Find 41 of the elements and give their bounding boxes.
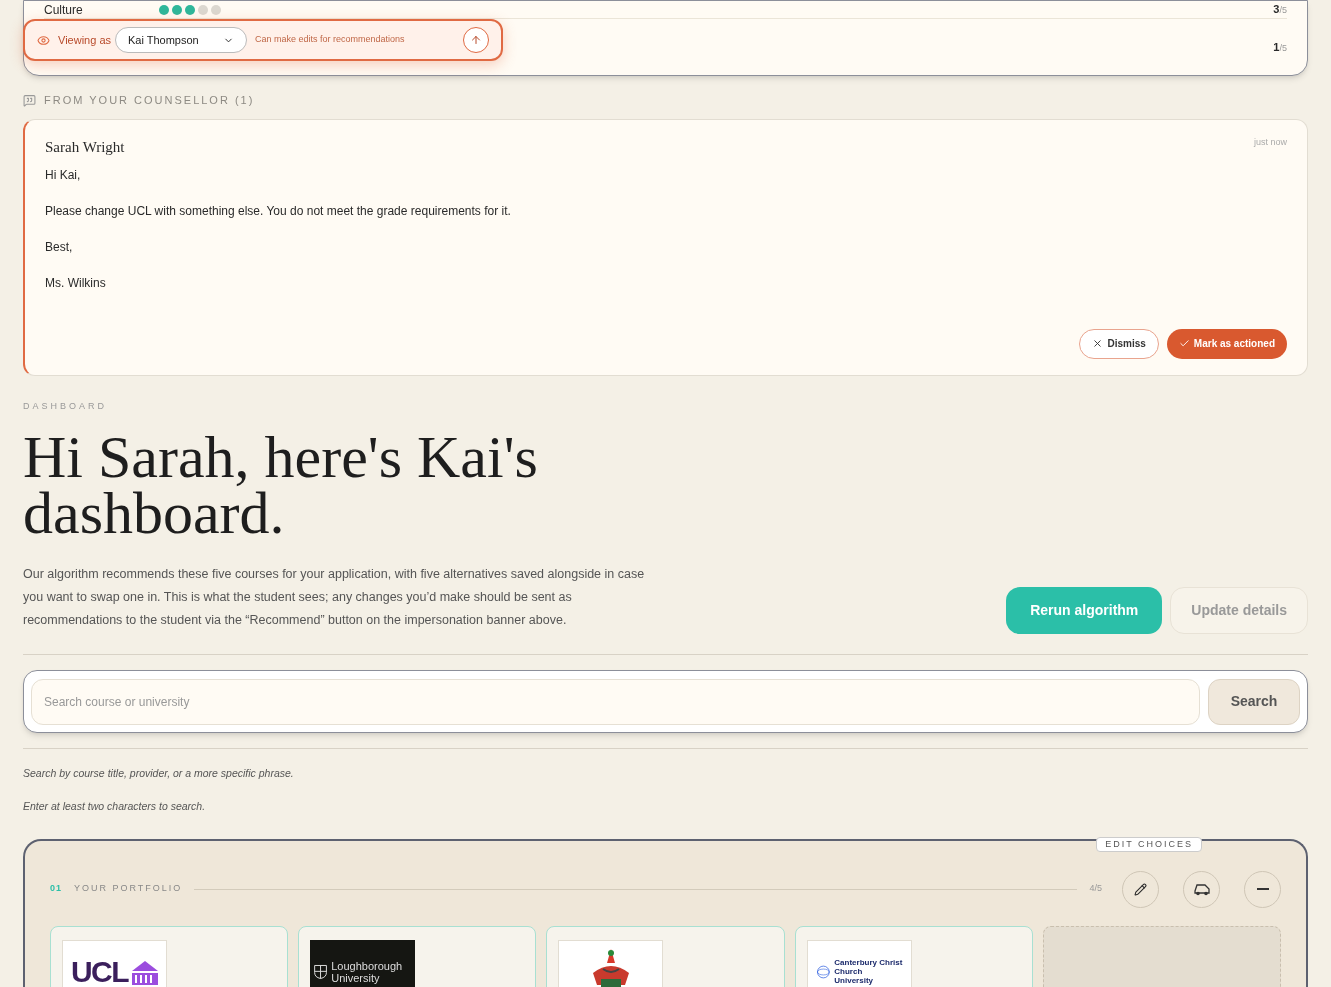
banner-label: Viewing as bbox=[58, 32, 111, 48]
search-button[interactable]: Search bbox=[1208, 678, 1300, 725]
university-logo: UCL bbox=[62, 939, 167, 987]
message-text: Best, bbox=[45, 239, 74, 256]
search-field[interactable]: Search course or university bbox=[31, 678, 1200, 725]
eyebrow-label: DASHBOARD bbox=[23, 399, 108, 413]
section-heading: FROM YOUR COUNSELLOR (1) bbox=[44, 93, 255, 108]
minus-icon bbox=[1256, 888, 1269, 890]
dismiss-button[interactable]: Dismiss bbox=[1079, 328, 1159, 359]
recommend-button[interactable] bbox=[463, 27, 489, 53]
message-icon bbox=[23, 93, 36, 107]
criterion-label: Culture bbox=[44, 1, 84, 19]
close-icon bbox=[1092, 338, 1104, 349]
edit-choices-tooltip: EDIT CHOICES bbox=[1096, 836, 1202, 852]
portfolio-count: 4/5 bbox=[1089, 882, 1102, 896]
pencil-icon bbox=[1134, 882, 1147, 896]
description-text: Our algorithm recommends these five courses for your application, with five alternatives saved alongside in case you want to swap one in. This is what the student sees; any changes you’d make should be sent as recommendations to the student via the “Recommend” button on the impersonation banner above. bbox=[23, 566, 646, 629]
course-card[interactable]: Canterbury Christ Church University bbox=[794, 925, 1033, 987]
eye-icon bbox=[37, 33, 50, 47]
car-icon bbox=[1192, 882, 1211, 896]
sender-name: Sarah Wright bbox=[45, 137, 125, 157]
university-logo: Canterbury Christ Church University bbox=[806, 939, 912, 987]
message-text: Please change UCL with something else. You do not meet the grade requirements for it. bbox=[45, 203, 512, 220]
check-icon bbox=[1178, 338, 1190, 349]
banner-note: Can make edits for recommendations bbox=[255, 33, 405, 47]
search-hint: Enter at least two characters to search. bbox=[23, 798, 207, 814]
course-card[interactable]: UCL bbox=[50, 925, 289, 987]
student-dropdown[interactable]: Kai Thompson bbox=[115, 27, 247, 53]
section-number: 01 bbox=[50, 882, 62, 896]
score-value: 3/5 bbox=[1273, 2, 1287, 18]
university-logo: Loughborough University bbox=[310, 939, 416, 987]
message-text: Ms. Wilkins bbox=[45, 275, 107, 292]
score-value: 1/5 bbox=[1273, 39, 1287, 55]
message-time: just now bbox=[1253, 135, 1287, 149]
page-title: Hi Sarah, here's Kai's dashboard. bbox=[23, 429, 539, 541]
message-text: Hi Kai, bbox=[45, 167, 82, 184]
course-card[interactable]: Loughborough University bbox=[298, 925, 537, 987]
search-hint: Search by course title, provider, or a more specific phrase. bbox=[23, 766, 295, 781]
section-title: YOUR PORTFOLIO bbox=[74, 882, 183, 896]
arrow-up-icon bbox=[470, 34, 482, 46]
mark-actioned-button[interactable]: Mark as actioned bbox=[1166, 328, 1287, 359]
